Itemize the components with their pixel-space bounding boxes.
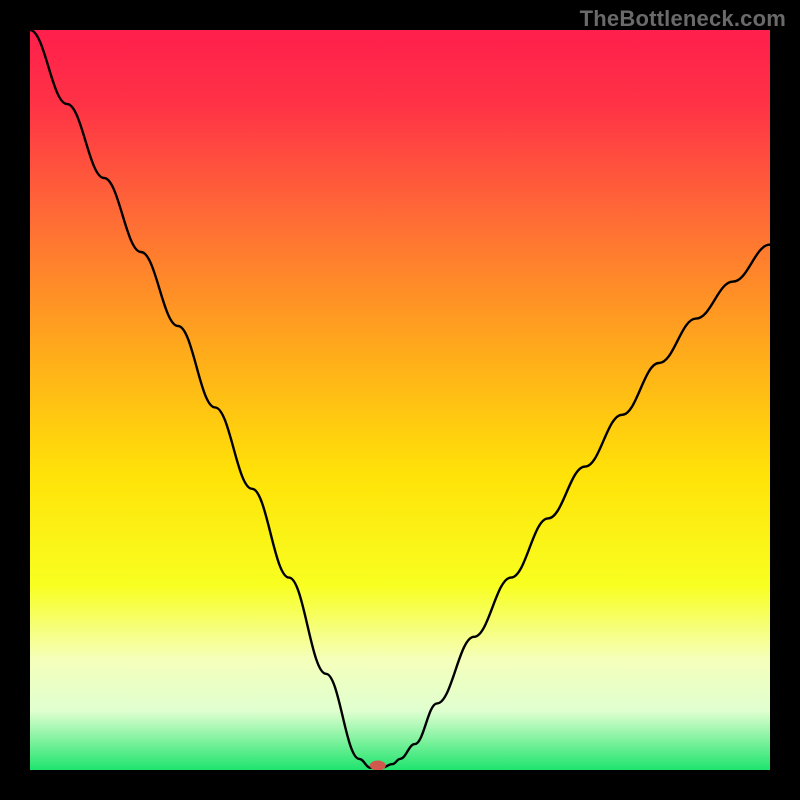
curve-layer [30, 30, 770, 770]
watermark-text: TheBottleneck.com [580, 6, 786, 32]
bottleneck-curve [30, 30, 770, 768]
minimum-marker [370, 761, 386, 770]
plot-area [30, 30, 770, 770]
chart-frame: TheBottleneck.com [0, 0, 800, 800]
